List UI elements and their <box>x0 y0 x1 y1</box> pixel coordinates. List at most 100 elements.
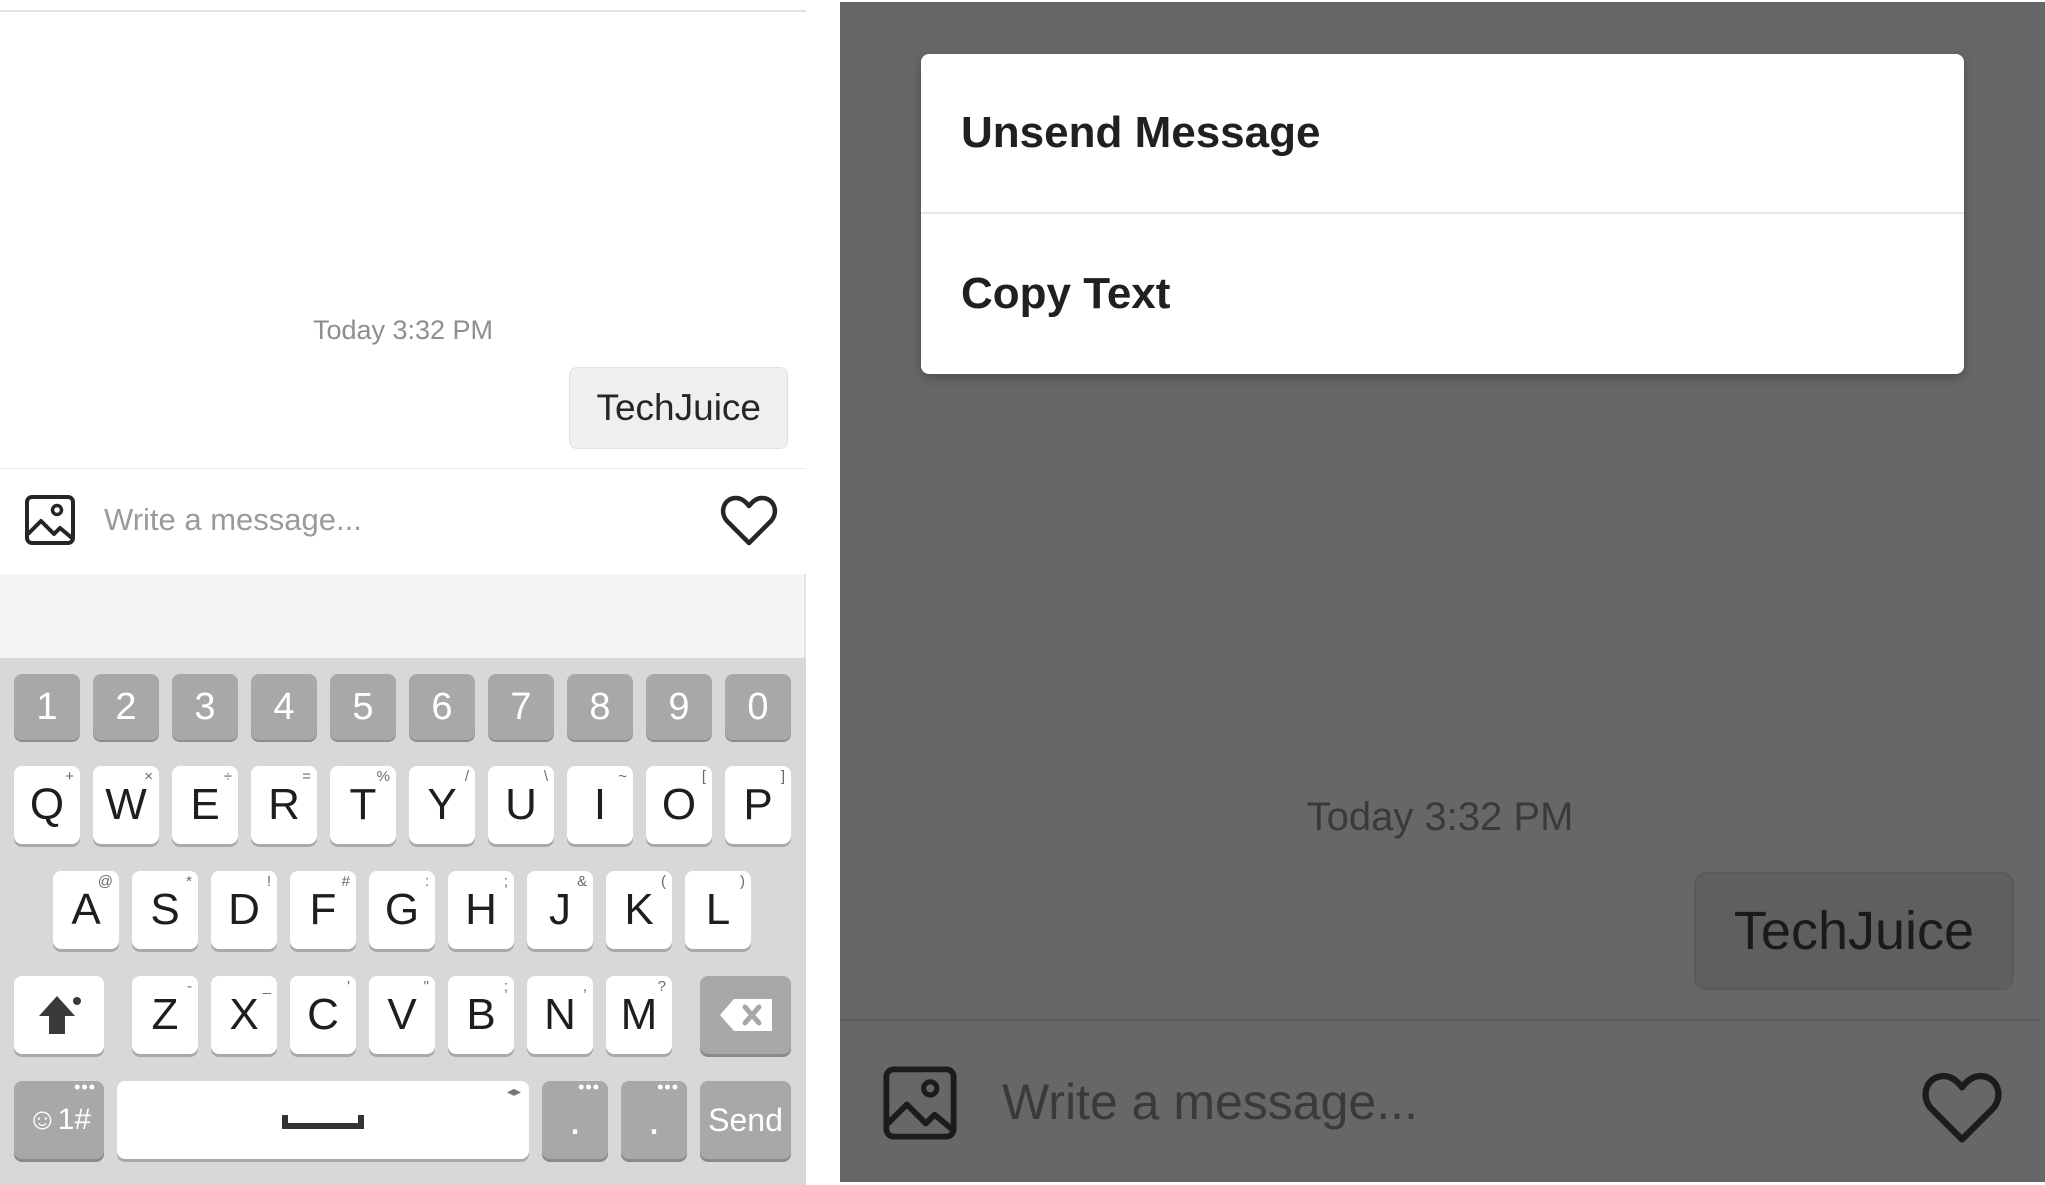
image-icon[interactable] <box>882 1065 958 1141</box>
key-sub-symbol: : <box>424 873 429 890</box>
key-sub-symbol: ( <box>661 873 666 890</box>
key-d[interactable]: D! <box>211 871 277 949</box>
key-sub-symbol: ; <box>503 873 508 890</box>
key-label: H <box>465 885 497 934</box>
space-key[interactable]: ◂▸ <box>117 1081 529 1159</box>
key-label: E <box>190 780 220 829</box>
key-label: M <box>620 990 658 1039</box>
key-i[interactable]: I ~ <box>567 766 633 844</box>
key-sub-symbol: % <box>376 768 390 785</box>
shift-key[interactable] <box>14 976 104 1054</box>
key-label: B <box>466 990 496 1039</box>
message-timestamp: Today 3:32 PM <box>312 315 494 345</box>
key-3[interactable]: 3 <box>172 674 238 740</box>
key-l[interactable]: L) <box>685 871 751 949</box>
chat-screen-with-menu: Today 3:32 PM TechJuice Write a message.… <box>840 2 2045 1182</box>
key-label: A <box>71 885 101 934</box>
key-z[interactable]: Z- <box>132 976 198 1054</box>
key-sub-symbol: ! <box>266 873 271 890</box>
key-g[interactable]: G: <box>369 871 435 949</box>
punctuation-key[interactable]: . ••• <box>621 1077 687 1159</box>
message-bubble[interactable]: TechJuice <box>1694 872 2014 990</box>
key-c[interactable]: C ' <box>290 976 356 1054</box>
key-v[interactable]: V " <box>369 976 435 1054</box>
message-composer: Write a message... <box>840 1019 2040 1182</box>
key-sub-symbol: , <box>582 978 587 995</box>
key-sub-symbol: = <box>302 768 311 785</box>
key-o[interactable]: O[ <box>646 766 712 844</box>
image-icon[interactable] <box>24 494 76 546</box>
key-0[interactable]: 0 <box>725 674 791 740</box>
key-4[interactable]: 4 <box>251 674 317 740</box>
key-label: K <box>624 885 654 934</box>
more-dots-icon: ••• <box>74 1077 96 1097</box>
send-key[interactable]: Send <box>700 1081 791 1159</box>
key-label: I <box>593 780 607 829</box>
key-1[interactable]: 1 <box>14 674 80 740</box>
key-y[interactable]: Y / <box>409 766 475 844</box>
key-sub-symbol: " <box>423 978 429 995</box>
key-sub-symbol: @ <box>97 873 113 890</box>
key-u[interactable]: U \ <box>488 766 554 844</box>
key-9[interactable]: 9 <box>646 674 712 740</box>
key-sub-symbol: & <box>576 873 587 890</box>
key-sub-symbol: ~ <box>618 768 627 785</box>
key-sub-symbol: \ <box>543 768 548 785</box>
keyboard: 1 2 3 4 5 6 7 8 9 0 Q + W × E ÷ R = T% Y / U \… <box>0 658 806 1185</box>
key-n[interactable]: N, <box>527 976 593 1054</box>
more-dots-icon: ••• <box>578 1077 600 1097</box>
key-6[interactable]: 6 <box>409 674 475 740</box>
key-sub-symbol: * <box>186 873 192 890</box>
key-r[interactable]: R = <box>251 766 317 844</box>
chat-screen: Today 3:32 PM TechJuice Write a message.… <box>0 0 806 1185</box>
key-k[interactable]: K( <box>606 871 672 949</box>
key-sub-symbol: ? <box>657 978 666 995</box>
key-label: C <box>307 990 339 1039</box>
key-label: J <box>549 885 571 934</box>
heart-icon[interactable] <box>720 493 778 547</box>
key-label: Z <box>151 990 179 1039</box>
message-composer: Write a message... <box>0 468 806 575</box>
key-f[interactable]: F # <box>290 871 356 949</box>
key-x[interactable]: X _ <box>211 976 277 1054</box>
key-5[interactable]: 5 <box>330 674 396 740</box>
unsend-message-option[interactable]: Unsend Message <box>921 54 1964 214</box>
key-label: S <box>150 885 180 934</box>
key-e[interactable]: E ÷ <box>172 766 238 844</box>
key-label: L <box>705 885 731 934</box>
key-sub-symbol: × <box>144 768 153 785</box>
message-input[interactable]: Write a message... <box>1002 1073 1418 1131</box>
key-s[interactable]: S * <box>132 871 198 949</box>
message-timestamp: Today 3:32 PM <box>1306 795 1574 839</box>
symbols-key-label: ☺1# <box>27 1103 91 1136</box>
heart-icon[interactable] <box>1920 1069 2004 1145</box>
message-options-menu: Unsend Message Copy Text <box>921 54 1964 374</box>
keyboard-suggestion-strip <box>0 574 806 658</box>
backspace-key[interactable] <box>700 976 791 1054</box>
key-label: T <box>349 780 377 829</box>
key-q[interactable]: Q + <box>14 766 80 844</box>
key-a[interactable]: A @ <box>53 871 119 949</box>
key-p[interactable]: P] <box>725 766 791 844</box>
period-key[interactable]: . ••• <box>542 1077 608 1159</box>
key-j[interactable]: J & <box>527 871 593 949</box>
key-8[interactable]: 8 <box>567 674 633 740</box>
key-2[interactable]: 2 <box>93 674 159 740</box>
key-sub-symbol: + <box>65 768 74 785</box>
message-bubble[interactable]: TechJuice <box>569 367 788 449</box>
cursor-arrows-icon: ◂▸ <box>506 1083 521 1099</box>
key-sub-symbol: _ <box>262 978 271 995</box>
key-m[interactable]: M? <box>606 976 672 1054</box>
message-input[interactable]: Write a message... <box>104 502 362 538</box>
key-label: W <box>105 780 147 829</box>
key-t[interactable]: T% <box>330 766 396 844</box>
key-h[interactable]: H; <box>448 871 514 949</box>
key-w[interactable]: W × <box>93 766 159 844</box>
key-label: X <box>229 990 259 1039</box>
key-7[interactable]: 7 <box>488 674 554 740</box>
key-sub-symbol: ] <box>780 768 785 785</box>
symbols-key[interactable]: ☺1# ••• <box>14 1077 104 1159</box>
key-b[interactable]: B; <box>448 976 514 1054</box>
copy-text-option[interactable]: Copy Text <box>921 214 1964 374</box>
key-sub-symbol: # <box>341 873 350 890</box>
